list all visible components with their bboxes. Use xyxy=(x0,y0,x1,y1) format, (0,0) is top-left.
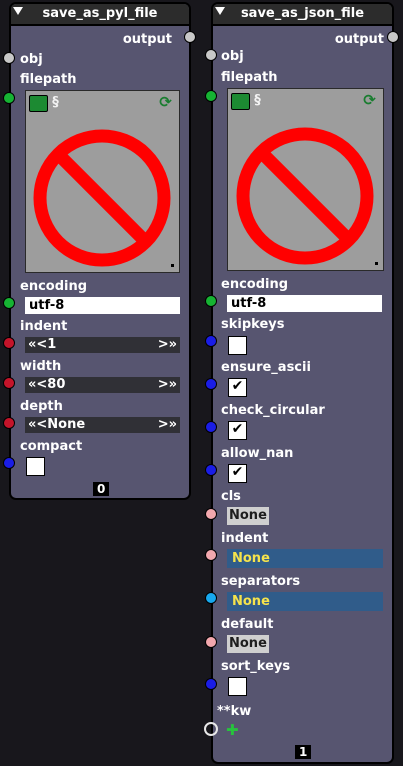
encoding-label: encoding xyxy=(20,279,88,294)
indent-label: indent xyxy=(221,531,269,546)
indent-socket[interactable] xyxy=(205,549,217,561)
encoding-input[interactable]: utf-8 xyxy=(227,295,382,312)
cls-socket[interactable] xyxy=(205,508,217,520)
depth-socket[interactable] xyxy=(3,417,15,429)
kw-socket[interactable] xyxy=(204,722,218,736)
default-label: default xyxy=(221,617,274,632)
output-label: output xyxy=(334,32,384,47)
node-title: save_as_pyl_file xyxy=(42,6,158,21)
filepath-preview[interactable]: § ⟳ xyxy=(25,90,180,273)
ensure-ascii-socket[interactable] xyxy=(205,378,217,390)
indent-label: indent xyxy=(20,319,68,334)
filepath-socket[interactable] xyxy=(3,92,15,104)
indent-spinner[interactable]: «<1 >» xyxy=(25,337,180,353)
sort-keys-label: sort_keys xyxy=(221,659,291,674)
indent-value-field[interactable]: None xyxy=(227,549,383,568)
sort-keys-socket[interactable] xyxy=(205,678,217,690)
check-circular-socket[interactable] xyxy=(205,421,217,433)
width-value: 80 xyxy=(47,377,66,392)
separators-label: separators xyxy=(221,574,301,589)
ensure-ascii-checkbox[interactable]: ✔ xyxy=(228,378,247,397)
width-socket[interactable] xyxy=(3,377,15,389)
obj-socket[interactable] xyxy=(3,52,15,64)
depth-spinner[interactable]: «<None >» xyxy=(25,417,180,433)
node-save-as-json-file[interactable]: save_as_json_file output obj filepath § … xyxy=(211,2,394,764)
compact-checkbox[interactable] xyxy=(26,457,45,476)
cls-value[interactable]: None xyxy=(227,507,269,525)
node-index-badge: 1 xyxy=(295,745,312,759)
allow-nan-label: allow_nan xyxy=(221,446,294,461)
encoding-input[interactable]: utf-8 xyxy=(25,297,180,314)
separators-socket[interactable] xyxy=(205,592,217,604)
encoding-socket[interactable] xyxy=(205,295,217,307)
spin-increment[interactable]: >» xyxy=(158,417,177,433)
node-header[interactable]: save_as_pyl_file xyxy=(11,4,189,26)
filepath-label: filepath xyxy=(221,70,278,85)
spin-increment[interactable]: >» xyxy=(158,377,177,393)
node-save-as-pyl-file[interactable]: save_as_pyl_file output obj filepath § ⟳… xyxy=(9,2,191,500)
width-spinner[interactable]: «<80 >» xyxy=(25,377,180,393)
sort-keys-checkbox[interactable] xyxy=(228,677,247,696)
cls-label: cls xyxy=(221,489,241,504)
allow-nan-socket[interactable] xyxy=(205,464,217,476)
default-value[interactable]: None xyxy=(227,635,269,653)
add-kw-plus-icon[interactable]: ✚ xyxy=(226,723,239,738)
filepath-label: filepath xyxy=(20,72,77,87)
allow-nan-checkbox[interactable]: ✔ xyxy=(228,464,247,483)
prohibited-icon xyxy=(236,127,374,265)
node-title: save_as_json_file xyxy=(240,6,365,21)
node-header[interactable]: save_as_json_file xyxy=(213,4,392,26)
ensure-ascii-label: ensure_ascii xyxy=(221,360,311,375)
compact-label: compact xyxy=(20,439,83,454)
resize-dot[interactable] xyxy=(375,262,378,265)
encoding-socket[interactable] xyxy=(3,297,15,309)
output-label: output xyxy=(122,32,172,47)
resize-dot[interactable] xyxy=(171,264,174,267)
node-index-badge: 0 xyxy=(93,482,110,496)
depth-label: depth xyxy=(20,399,63,414)
compact-socket[interactable] xyxy=(3,457,15,469)
kw-label: **kw xyxy=(217,704,252,719)
prohibited-icon xyxy=(33,129,171,267)
skipkeys-label: skipkeys xyxy=(221,317,285,332)
skipkeys-socket[interactable] xyxy=(205,335,217,347)
indent-socket[interactable] xyxy=(3,337,15,349)
indent-value: 1 xyxy=(47,337,57,352)
default-socket[interactable] xyxy=(205,636,217,648)
obj-socket[interactable] xyxy=(205,49,217,61)
encoding-label: encoding xyxy=(221,277,289,292)
check-circular-label: check_circular xyxy=(221,403,325,418)
obj-label: obj xyxy=(221,49,244,64)
spin-decrement[interactable]: «< xyxy=(28,377,47,392)
spin-decrement[interactable]: «< xyxy=(28,337,47,352)
width-label: width xyxy=(20,359,62,374)
depth-value: None xyxy=(47,417,86,432)
filepath-socket[interactable] xyxy=(205,90,217,102)
filepath-preview[interactable]: § ⟳ xyxy=(227,88,384,271)
skipkeys-checkbox[interactable] xyxy=(228,336,247,355)
check-circular-checkbox[interactable]: ✔ xyxy=(228,421,247,440)
spin-decrement[interactable]: «< xyxy=(28,417,47,432)
output-socket[interactable] xyxy=(184,31,196,43)
output-socket[interactable] xyxy=(387,31,399,43)
obj-label: obj xyxy=(20,52,43,67)
spin-increment[interactable]: >» xyxy=(158,337,177,353)
separators-value-field[interactable]: None xyxy=(227,592,383,611)
